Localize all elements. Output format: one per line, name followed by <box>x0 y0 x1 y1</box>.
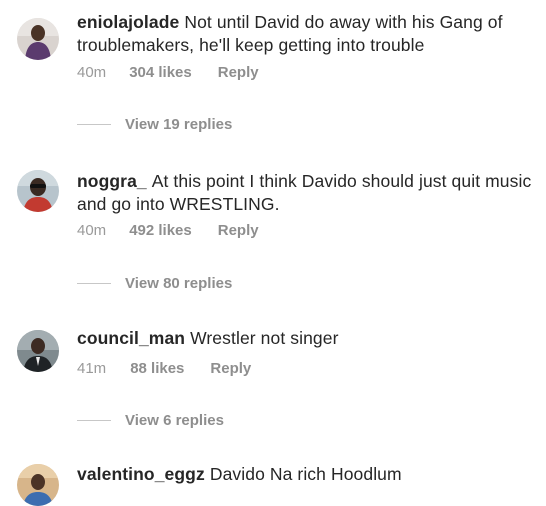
comment-item: eniolajolade Not until David do away with… <box>0 0 546 150</box>
avatar[interactable] <box>17 18 59 60</box>
reply-button[interactable]: Reply <box>218 64 259 81</box>
comment-item: council_man Wrestler not singer 41m 88 li… <box>0 316 546 456</box>
replies-divider-line <box>77 420 111 421</box>
comment-likes[interactable]: 304 likes <box>129 64 192 81</box>
view-replies-button[interactable]: View 6 replies <box>77 412 224 429</box>
avatar[interactable] <box>17 330 59 372</box>
avatar[interactable] <box>17 464 59 506</box>
comment-body: valentino_eggz Davido Na rich Hoodlum <box>77 463 538 486</box>
view-replies-button[interactable]: View 80 replies <box>77 275 232 292</box>
comment-meta: 40m 492 likes Reply <box>77 222 259 239</box>
comment-meta: 41m 88 likes Reply <box>77 360 251 377</box>
reply-button[interactable]: Reply <box>210 360 251 377</box>
avatar[interactable] <box>17 170 59 212</box>
comment-text: Wrestler not singer <box>190 328 339 348</box>
comment-time: 40m <box>77 222 107 239</box>
comment-text: Davido Na rich Hoodlum <box>209 464 402 484</box>
reply-button[interactable]: Reply <box>218 222 259 239</box>
view-replies-button[interactable]: View 19 replies <box>77 116 232 133</box>
comment-username[interactable]: noggra_ <box>77 171 147 191</box>
comment-item: valentino_eggz Davido Na rich Hoodlum <box>0 456 546 506</box>
comment-username[interactable]: eniolajolade <box>77 12 179 32</box>
comment-username[interactable]: valentino_eggz <box>77 464 205 484</box>
comment-time: 40m <box>77 64 107 81</box>
view-replies-label: View 80 replies <box>125 275 233 292</box>
comment-body: noggra_ At this point I think Davido shou… <box>77 170 538 216</box>
replies-divider-line <box>77 283 111 284</box>
comment-body: eniolajolade Not until David do away with… <box>77 11 538 57</box>
replies-divider-line <box>77 124 111 125</box>
comment-username[interactable]: council_man <box>77 328 185 348</box>
comment-item: noggra_ At this point I think Davido shou… <box>0 160 546 310</box>
comment-likes[interactable]: 88 likes <box>130 360 184 377</box>
view-replies-label: View 6 replies <box>125 412 224 429</box>
comment-likes[interactable]: 492 likes <box>129 222 192 239</box>
view-replies-label: View 19 replies <box>125 116 233 133</box>
comment-time: 41m <box>77 360 107 377</box>
comment-body: council_man Wrestler not singer <box>77 327 538 350</box>
comment-meta: 40m 304 likes Reply <box>77 64 259 81</box>
